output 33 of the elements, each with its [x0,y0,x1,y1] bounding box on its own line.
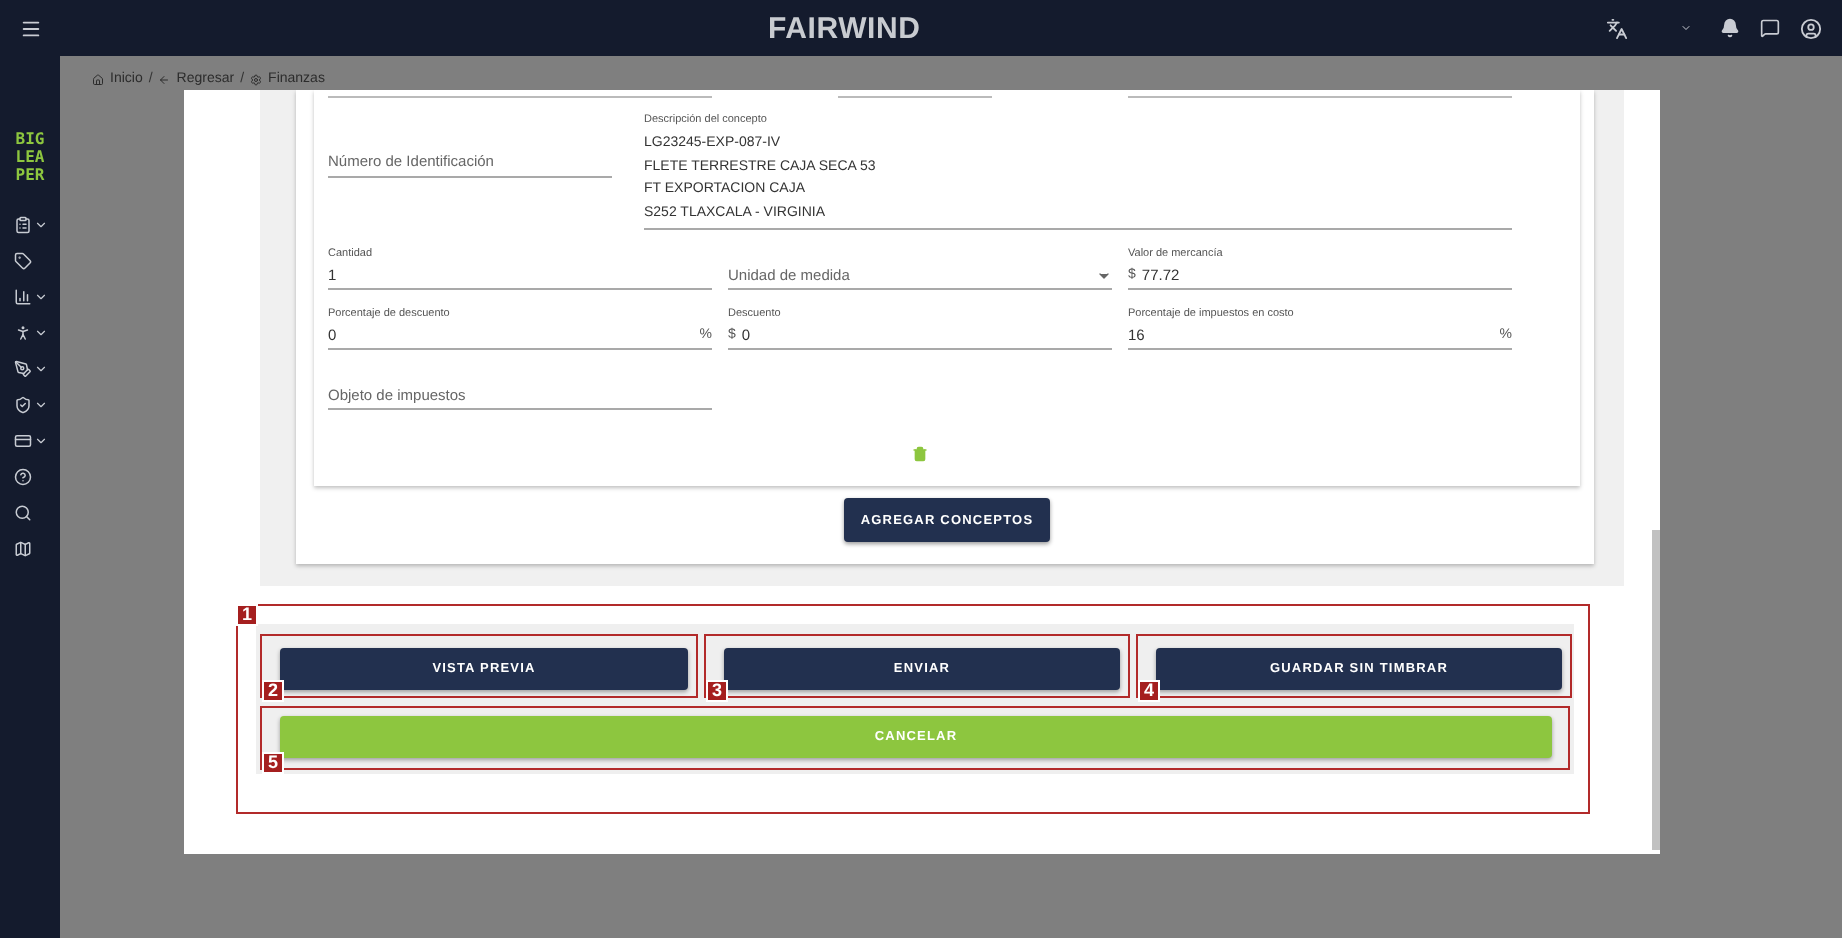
app-title: FAIRWIND [768,11,921,45]
sidebar-menu-icon[interactable] [14,215,32,233]
callout-number: 3 [706,680,728,702]
logo: BIG LEA PER [15,130,45,184]
chat-icon[interactable] [1760,18,1780,38]
breadcrumb-icon [158,73,171,85]
chevron-icon[interactable] [34,289,48,303]
chevron-icon[interactable] [34,433,48,447]
sidebar-menu-icon[interactable] [14,503,32,521]
callout-number: 2 [262,680,284,702]
chevron-icon[interactable] [34,217,48,231]
scrollbar[interactable] [1652,530,1660,850]
breadcrumb-icon [250,73,263,85]
chevron-icon[interactable] [34,397,48,411]
callout-number: 1 [236,604,258,626]
bell-icon[interactable] [1720,18,1740,38]
translate-icon[interactable] [1606,17,1628,39]
sidebar-menu-icon[interactable] [14,467,32,485]
breadcrumb-icon [92,73,104,85]
sidebar-menu-icon[interactable] [14,323,32,341]
menu-icon[interactable] [20,17,42,39]
sidebar-menu-icon[interactable] [14,395,32,413]
account-icon[interactable] [1800,17,1822,39]
sidebar-menu-icon[interactable] [14,251,32,269]
sidebar-menu-icon[interactable] [14,359,32,377]
sidebar-menu-icon[interactable] [14,287,32,305]
sidebar-menu-icon[interactable] [14,431,32,449]
callout-number: 5 [262,752,284,774]
chevron-icon[interactable] [34,361,48,375]
callout-number: 4 [1138,680,1160,702]
caret-icon[interactable] [1680,22,1692,34]
sidebar-menu-icon[interactable] [14,539,32,557]
chevron-icon[interactable] [34,325,48,339]
